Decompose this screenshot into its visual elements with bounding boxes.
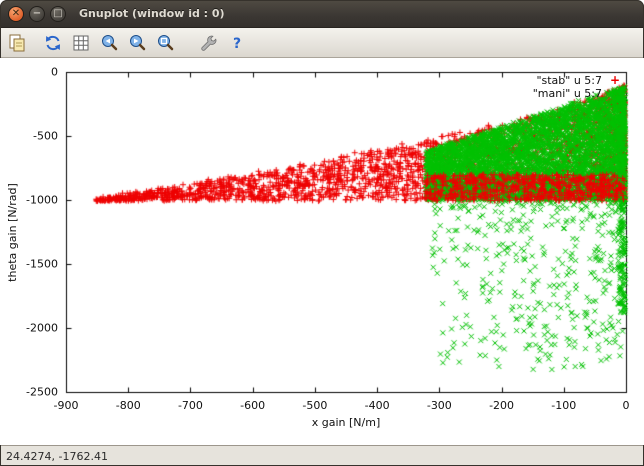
- help-button[interactable]: ?: [224, 30, 250, 56]
- x-tick-label: 0: [623, 399, 630, 412]
- zoom-next-button[interactable]: [124, 30, 150, 56]
- x-tick-label: -300: [427, 399, 452, 412]
- minimize-button[interactable]: −: [29, 6, 45, 22]
- svg-text:?: ?: [233, 36, 241, 52]
- x-axis-label: x gain [N/m]: [312, 416, 381, 429]
- zoom-previous-icon: [99, 33, 119, 53]
- legend-entry-stab: "stab" u 5:7 +: [533, 74, 622, 87]
- help-icon: ?: [227, 33, 247, 53]
- zoom-autoscale-icon: [155, 33, 175, 53]
- wrench-icon: [199, 33, 219, 53]
- x-tick-label: -900: [54, 399, 79, 412]
- toggle-grid-button[interactable]: [68, 30, 94, 56]
- legend-entry-mani: "mani" u 5:7 ×: [533, 87, 622, 100]
- plot-canvas[interactable]: [0, 58, 644, 445]
- statusbar: 24.4274, -1762.41: [0, 445, 644, 466]
- window-title: Gnuplot (window id : 0): [79, 7, 225, 20]
- y-tick-label: -2500: [26, 386, 58, 399]
- x-tick-label: -200: [489, 399, 514, 412]
- configure-button[interactable]: [196, 30, 222, 56]
- y-tick-label: -500: [33, 130, 58, 143]
- maximize-button[interactable]: □: [50, 6, 66, 22]
- zoom-next-icon: [127, 33, 147, 53]
- legend: "stab" u 5:7 + "mani" u 5:7 ×: [533, 74, 622, 100]
- titlebar[interactable]: ✕ − □ Gnuplot (window id : 0): [0, 0, 644, 28]
- y-axis-label: theta gain [N/rad]: [6, 183, 19, 282]
- gnuplot-window: ✕ − □ Gnuplot (window id : 0): [0, 0, 644, 466]
- replot-button[interactable]: [40, 30, 66, 56]
- zoom-autoscale-button[interactable]: [152, 30, 178, 56]
- copy-button[interactable]: [4, 30, 30, 56]
- replot-icon: [43, 33, 63, 53]
- cursor-coordinates: 24.4274, -1762.41: [6, 450, 108, 463]
- y-tick-label: -1000: [26, 194, 58, 207]
- plot-area: theta gain [N/rad] x gain [N/m] "stab" u…: [0, 58, 644, 445]
- x-tick-label: -700: [178, 399, 203, 412]
- y-tick-label: -1500: [26, 258, 58, 271]
- x-tick-label: -600: [240, 399, 265, 412]
- y-tick-label: 0: [51, 66, 58, 79]
- legend-label: "mani" u 5:7: [533, 87, 602, 100]
- y-tick-label: -2000: [26, 322, 58, 335]
- legend-label: "stab" u 5:7: [536, 74, 602, 87]
- x-tick-label: -500: [302, 399, 327, 412]
- x-tick-label: -100: [551, 399, 576, 412]
- y-axis-label-column: theta gain [N/rad]: [0, 58, 24, 406]
- copy-icon: [7, 33, 27, 53]
- zoom-previous-button[interactable]: [96, 30, 122, 56]
- grid-icon: [71, 33, 91, 53]
- x-tick-label: -800: [116, 399, 141, 412]
- toolbar: ?: [0, 28, 644, 58]
- legend-marker-cross: ×: [608, 87, 622, 100]
- close-button[interactable]: ✕: [8, 6, 24, 22]
- x-tick-label: -400: [365, 399, 390, 412]
